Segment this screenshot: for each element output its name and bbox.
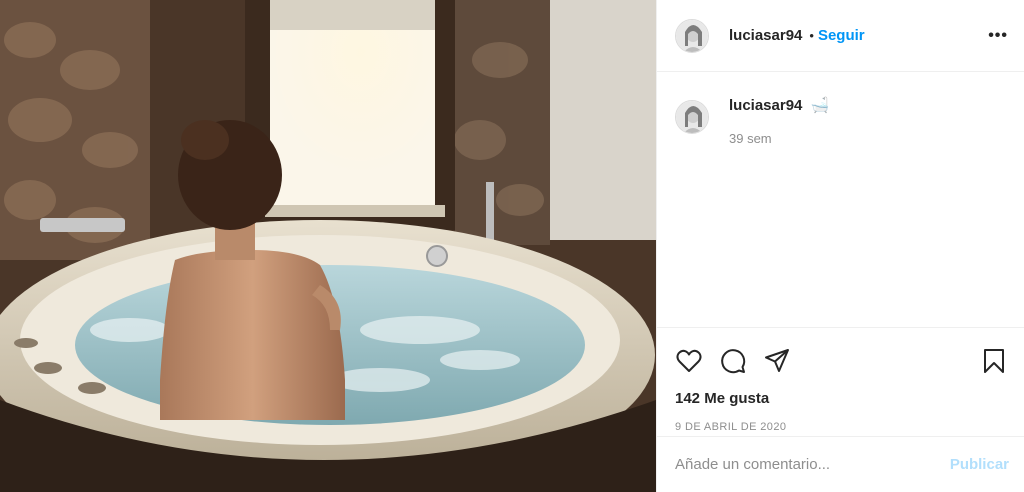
heart-icon — [676, 349, 702, 372]
caption-username[interactable]: luciasar94 — [729, 97, 802, 114]
caption-author-avatar[interactable] — [675, 100, 709, 134]
author-avatar[interactable] — [675, 18, 709, 53]
comments-section: luciasar94 🛁 39 sem — [657, 72, 1024, 328]
post-date[interactable]: 9 DE ABRIL DE 2020 — [657, 407, 1024, 433]
bathtub-emoji: 🛁 — [810, 97, 830, 114]
comment-input[interactable] — [675, 456, 950, 473]
post-sidebar: luciasar94 • Seguir ••• luciasar94 🛁 39 … — [656, 0, 1024, 492]
publish-button[interactable]: Publicar — [950, 456, 1009, 473]
jacuzzi-photo-illustration — [0, 0, 656, 492]
share-button[interactable] — [763, 347, 791, 375]
action-bar — [657, 328, 1024, 380]
follow-button[interactable]: Seguir — [818, 27, 865, 44]
like-button[interactable] — [675, 347, 703, 375]
share-icon — [765, 349, 789, 372]
post-time-ago[interactable]: 39 sem — [729, 131, 830, 146]
bookmark-icon — [984, 349, 1004, 373]
avatar-image — [676, 19, 708, 52]
save-button[interactable] — [980, 347, 1008, 375]
more-icon: ••• — [988, 26, 1008, 44]
more-options-button[interactable]: ••• — [988, 27, 1008, 45]
caption-body: luciasar94 🛁 39 sem — [729, 96, 830, 146]
post-photo[interactable] — [0, 0, 656, 492]
post-header: luciasar94 • Seguir ••• — [657, 0, 1024, 72]
add-comment-form: Publicar — [657, 436, 1024, 492]
comment-button[interactable] — [719, 347, 747, 375]
likes-count[interactable]: 142 Me gusta — [657, 380, 1024, 407]
avatar-image — [676, 101, 708, 133]
author-username[interactable]: luciasar94 — [729, 27, 802, 44]
caption-row: luciasar94 🛁 39 sem — [675, 96, 1008, 146]
separator-dot: • — [809, 28, 814, 43]
comment-icon — [721, 349, 746, 374]
